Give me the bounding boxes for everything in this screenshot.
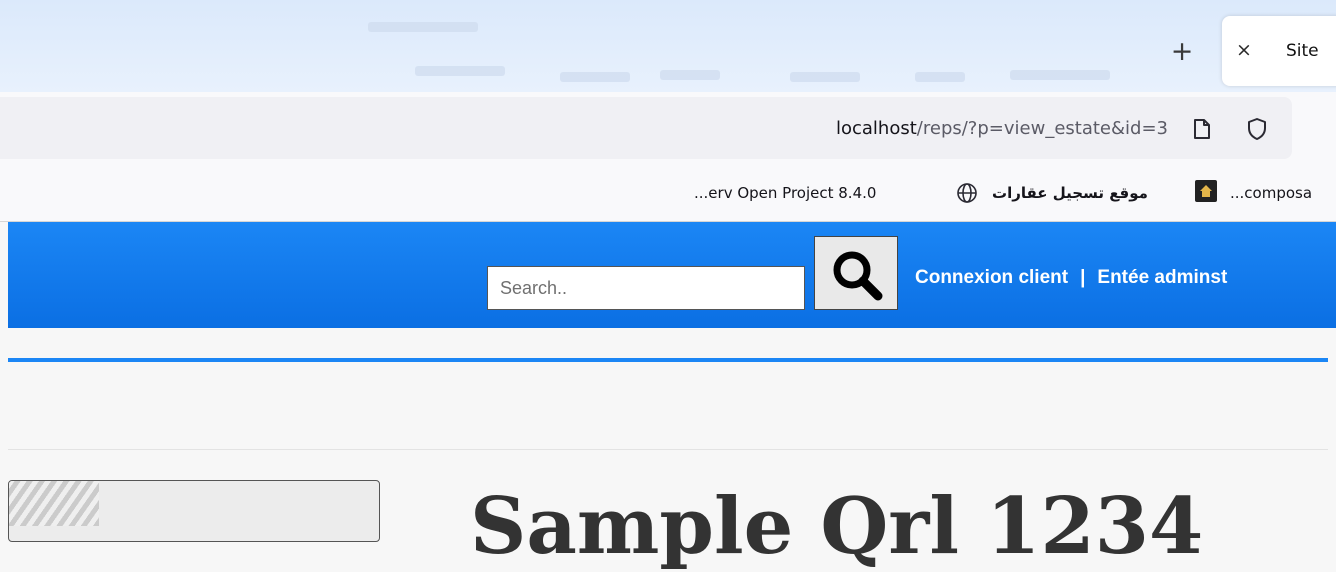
bookmark-estate-site[interactable]: موقع تسجيل عقارات — [992, 182, 1148, 204]
background-tab-shadow — [560, 72, 630, 82]
address-host: localhost — [835, 118, 917, 139]
background-tab-shadow — [790, 72, 860, 82]
search-button[interactable] — [814, 236, 898, 310]
tab-title: Site — [1286, 41, 1319, 61]
address-url[interactable]: localhost/reps/?p=view_estate&id=3 — [836, 117, 1168, 141]
property-image-preview — [9, 481, 99, 526]
search-input[interactable] — [487, 266, 805, 310]
page-info-icon[interactable] — [1192, 118, 1212, 140]
bookmarks-toolbar: ...erv Open Project 8.4.0 موقع تسجيل عقا… — [0, 166, 1336, 222]
background-tab-shadow — [660, 70, 720, 80]
search-icon — [833, 251, 883, 301]
link-separator: | — [1080, 267, 1086, 288]
section-divider — [8, 449, 1328, 450]
close-tab-icon[interactable]: × — [1236, 38, 1252, 62]
navigation-bar: localhost/reps/?p=view_estate&id=3 — [0, 92, 1336, 166]
admin-login-link[interactable]: Entée adminst — [1097, 267, 1227, 288]
bookmark-open-project[interactable]: ...erv Open Project 8.4.0 — [694, 182, 876, 204]
header-divider — [8, 358, 1328, 362]
property-image[interactable] — [8, 480, 380, 542]
background-tab-shadow — [368, 22, 478, 32]
address-bar[interactable]: localhost/reps/?p=view_estate&id=3 — [0, 97, 1292, 159]
new-tab-button[interactable]: + — [1166, 36, 1198, 68]
shield-icon[interactable] — [1246, 117, 1268, 141]
background-tab-shadow — [1010, 70, 1110, 80]
house-icon — [1195, 180, 1217, 202]
site-header: Connexion client | Entée adminst — [8, 222, 1336, 328]
tab-strip: + × Site — [0, 0, 1336, 92]
active-tab[interactable]: × Site — [1222, 16, 1336, 86]
address-path: /reps/?p=view_estate&id=3 — [916, 118, 1168, 139]
header-links: Connexion client | Entée adminst — [915, 266, 1227, 290]
globe-icon — [957, 183, 977, 203]
bookmark-composa[interactable]: ...composa — [1230, 182, 1312, 204]
property-title: Sample Qrl 1234 — [470, 481, 1204, 572]
background-tab-shadow — [915, 72, 965, 82]
background-tab-shadow — [415, 66, 505, 76]
client-login-link[interactable]: Connexion client — [915, 267, 1068, 288]
